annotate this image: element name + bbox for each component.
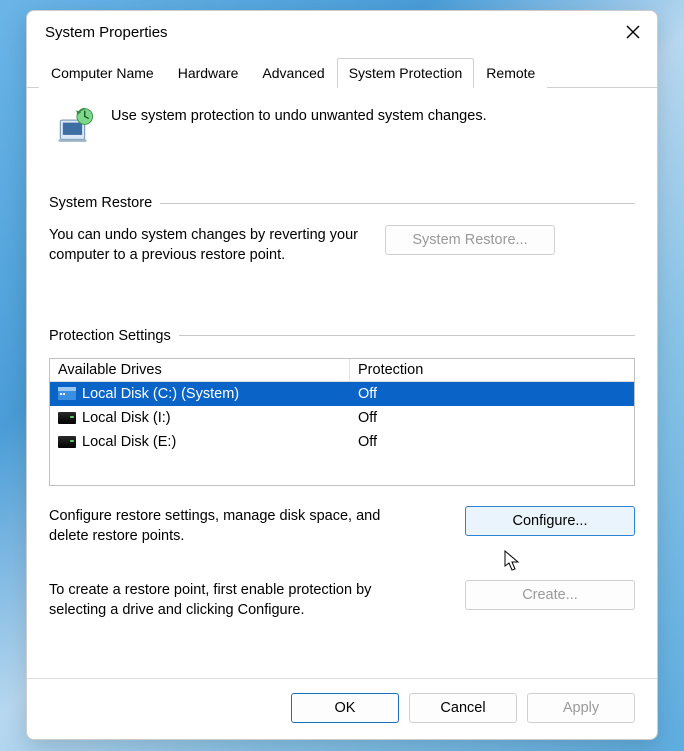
tab-computer-name[interactable]: Computer Name bbox=[39, 58, 166, 88]
create-description: To create a restore point, first enable … bbox=[49, 580, 409, 621]
tab-bar: Computer Name Hardware Advanced System P… bbox=[27, 57, 657, 88]
drives-header: Available Drives Protection bbox=[50, 359, 634, 382]
close-icon[interactable] bbox=[625, 24, 641, 40]
protection-settings-label-text: Protection Settings bbox=[49, 328, 171, 344]
configure-description: Configure restore settings, manage disk … bbox=[49, 506, 409, 547]
system-properties-dialog: System Properties Computer Name Hardware… bbox=[26, 10, 658, 740]
drive-row[interactable]: Local Disk (I:) Off bbox=[50, 406, 634, 430]
configure-button[interactable]: Configure... bbox=[465, 506, 635, 536]
tab-advanced[interactable]: Advanced bbox=[250, 58, 336, 88]
configure-row: Configure restore settings, manage disk … bbox=[49, 506, 635, 547]
titlebar: System Properties bbox=[27, 11, 657, 51]
ok-button[interactable]: OK bbox=[291, 693, 399, 723]
drive-name: Local Disk (E:) bbox=[82, 434, 176, 450]
tab-hardware[interactable]: Hardware bbox=[166, 58, 251, 88]
divider bbox=[160, 203, 635, 204]
drive-name: Local Disk (C:) (System) bbox=[82, 386, 239, 402]
system-restore-description: You can undo system changes by reverting… bbox=[49, 225, 369, 266]
drive-protection: Off bbox=[350, 410, 634, 426]
system-restore-icon bbox=[55, 106, 97, 153]
tab-remote[interactable]: Remote bbox=[474, 58, 547, 88]
drive-name: Local Disk (I:) bbox=[82, 410, 171, 426]
drive-row[interactable]: Local Disk (E:) Off bbox=[50, 430, 634, 454]
create-button[interactable]: Create... bbox=[465, 580, 635, 610]
cancel-button[interactable]: Cancel bbox=[409, 693, 517, 723]
tab-system-protection[interactable]: System Protection bbox=[337, 58, 475, 88]
apply-button[interactable]: Apply bbox=[527, 693, 635, 723]
system-restore-button[interactable]: System Restore... bbox=[385, 225, 555, 255]
system-restore-group-label: System Restore bbox=[49, 195, 635, 211]
intro-text: Use system protection to undo unwanted s… bbox=[111, 106, 487, 124]
system-restore-row: You can undo system changes by reverting… bbox=[49, 225, 635, 274]
header-protection: Protection bbox=[350, 359, 634, 381]
drives-listbox[interactable]: Available Drives Protection Local Disk (… bbox=[49, 358, 635, 486]
disk-icon bbox=[58, 387, 76, 401]
protection-settings-group-label: Protection Settings bbox=[49, 328, 635, 344]
divider bbox=[179, 335, 635, 336]
dialog-footer: OK Cancel Apply bbox=[27, 679, 657, 739]
drive-row[interactable]: Local Disk (C:) (System) Off bbox=[50, 382, 634, 406]
drive-protection: Off bbox=[350, 386, 634, 402]
dialog-title: System Properties bbox=[45, 24, 168, 41]
disk-icon bbox=[58, 436, 76, 448]
drive-protection: Off bbox=[350, 434, 634, 450]
create-row: To create a restore point, first enable … bbox=[49, 580, 635, 621]
tab-content: Use system protection to undo unwanted s… bbox=[27, 88, 657, 678]
intro-row: Use system protection to undo unwanted s… bbox=[49, 102, 635, 177]
system-restore-label-text: System Restore bbox=[49, 195, 152, 211]
header-available-drives: Available Drives bbox=[50, 359, 350, 381]
disk-icon bbox=[58, 412, 76, 424]
